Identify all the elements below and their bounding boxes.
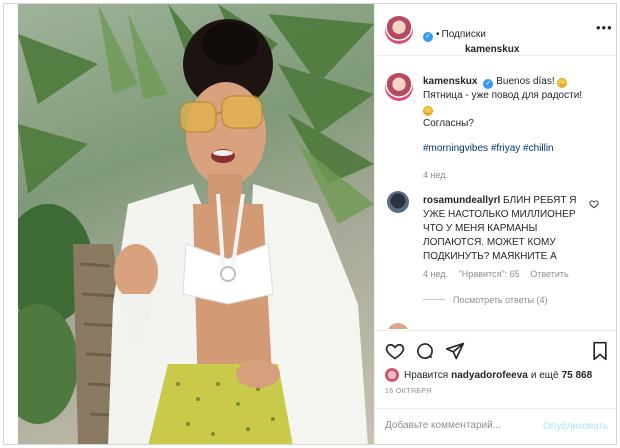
header-user-line: kamenskux ✓ • Подписки bbox=[420, 24, 519, 55]
caption-line-1: Buenos días! bbox=[496, 76, 555, 87]
caption-time[interactable]: 4 нед. bbox=[423, 170, 448, 180]
post-date[interactable]: 16 ОКТЯБРЯ bbox=[385, 388, 432, 395]
paper-plane-icon[interactable] bbox=[445, 341, 465, 361]
smiling-face-icon: ◡ bbox=[557, 78, 568, 88]
following-button[interactable]: Подписки bbox=[442, 29, 486, 40]
comment-likes[interactable]: "Нравится": 65 bbox=[459, 269, 520, 279]
likes-summary[interactable]: Нравится nadyadorofeeva и ещё 75 868 bbox=[385, 368, 595, 382]
likes-prefix: Нравится bbox=[404, 369, 449, 381]
caption-hashtags[interactable]: #morningvibes #friyay #chillin bbox=[423, 143, 554, 154]
heart-icon[interactable] bbox=[385, 341, 405, 361]
likes-middle: и ещё bbox=[530, 369, 559, 381]
reply-button[interactable]: Ответить bbox=[530, 269, 568, 279]
comment-heart-icon[interactable] bbox=[589, 199, 599, 209]
post-side-panel: kamenskux ✓ • Подписки ••• kamenskux ✓ Bueno… bbox=[374, 4, 616, 444]
comments-list[interactable]: kamenskux ✓ Buenos días! ◡ Пятница - уже … bbox=[375, 57, 616, 329]
ellipsis-icon[interactable]: ••• bbox=[596, 20, 613, 35]
post-photo[interactable] bbox=[18, 4, 374, 444]
view-replies-label: Посмотреть ответы (4) bbox=[453, 295, 548, 305]
comment-time[interactable]: 4 нед. bbox=[423, 269, 448, 279]
comment-meta: 4 нед. "Нравится": 65 Ответить bbox=[423, 269, 577, 279]
next-comment-avatar[interactable] bbox=[387, 323, 409, 329]
add-comment-bar: Опубликовать bbox=[375, 408, 616, 444]
comment-bubble-icon[interactable] bbox=[415, 341, 435, 361]
author-username[interactable]: kamenskux bbox=[465, 44, 519, 55]
caption-line-2: Пятница - уже повод для радости! bbox=[423, 90, 583, 101]
caption-text: kamenskux ✓ Buenos días! ◡ Пятница - уже … bbox=[423, 75, 609, 131]
post-dialog: kamenskux ✓ • Подписки ••• kamenskux ✓ Bueno… bbox=[3, 3, 617, 445]
caption-username[interactable]: kamenskux bbox=[423, 76, 477, 87]
separator-dot: • bbox=[436, 29, 440, 40]
replies-line bbox=[423, 299, 445, 300]
comment-input[interactable] bbox=[385, 420, 535, 431]
liker-avatar bbox=[385, 368, 399, 382]
photo-illustration bbox=[18, 4, 374, 444]
commenter-avatar[interactable] bbox=[387, 191, 409, 213]
commenter-username[interactable]: rosamundeallyrl bbox=[423, 195, 500, 206]
likes-count[interactable]: 75 868 bbox=[562, 370, 593, 381]
action-bar bbox=[375, 330, 616, 370]
comment-text: rosamundeallyrl БЛИН РЕБЯТ Я УЖЕ НАСТОЛЬ… bbox=[423, 194, 593, 264]
bookmark-icon[interactable] bbox=[591, 341, 609, 361]
caption-avatar[interactable] bbox=[385, 73, 413, 101]
verified-badge-icon: ✓ bbox=[423, 32, 433, 42]
author-avatar[interactable] bbox=[385, 16, 413, 44]
caption-line-3: Согласны? bbox=[423, 118, 474, 129]
publish-button[interactable]: Опубликовать bbox=[543, 421, 608, 432]
liker-username[interactable]: nadyadorofeeva bbox=[451, 370, 528, 381]
verified-badge-icon: ✓ bbox=[483, 79, 494, 89]
smiling-face-icon: ◡ bbox=[423, 106, 433, 116]
post-header: kamenskux ✓ • Подписки ••• bbox=[375, 4, 616, 56]
view-replies-button[interactable]: Посмотреть ответы (4) bbox=[423, 295, 548, 305]
